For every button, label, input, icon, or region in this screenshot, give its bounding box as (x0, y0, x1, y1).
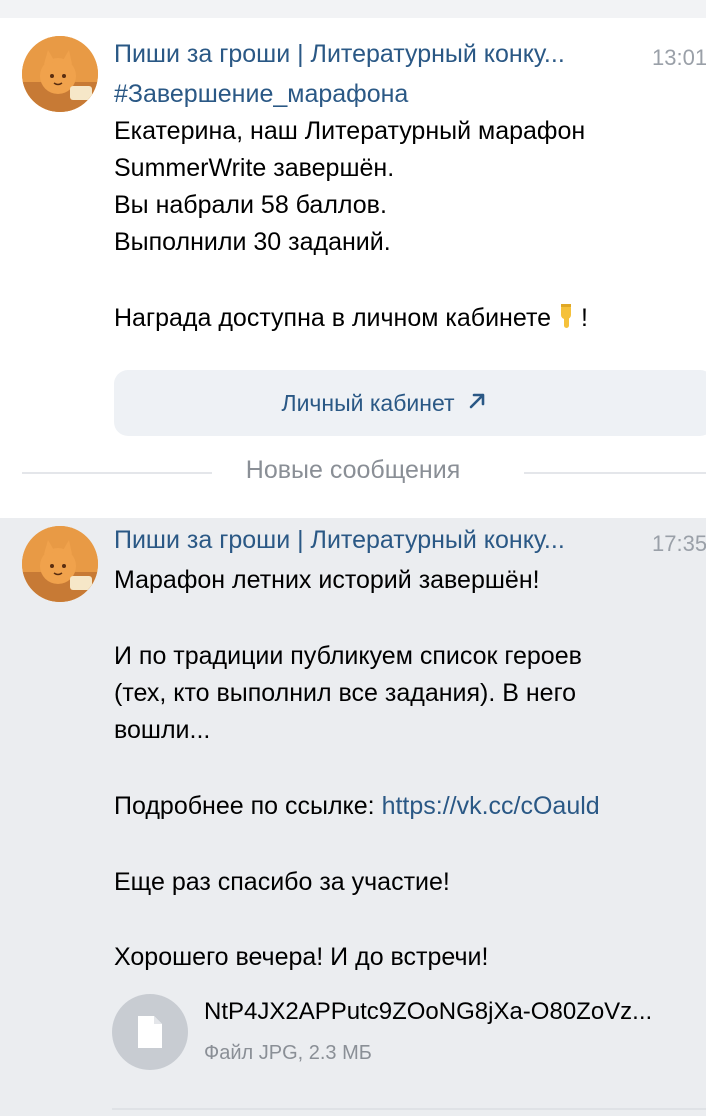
personal-cabinet-button[interactable]: Личный кабинет (114, 370, 706, 436)
avatar[interactable] (22, 36, 98, 112)
goodbye-line: Хорошего вечера! И до встречи! (114, 943, 489, 971)
thanks-line: Еще раз спасибо за участие! (114, 868, 450, 896)
new-messages-divider: Новые сообщения (245, 456, 461, 484)
reward-line: Награда доступна в личном кабинете ! (114, 300, 588, 341)
message-line: Марафон летних историй завершён! (114, 566, 540, 594)
document-icon (138, 1016, 162, 1048)
message-line: вошли... (114, 716, 211, 744)
message-line: Вы набрали 58 баллов. (114, 191, 387, 219)
external-arrow-icon (467, 390, 487, 417)
message-time: 17:35 (652, 531, 706, 556)
link-prefix: Подробнее по ссылке: (114, 792, 375, 820)
message-time: 13:01 (652, 45, 706, 70)
message-line: Выполнили 30 заданий. (114, 228, 391, 256)
attachment-meta: Файл JPG, 2.3 МБ (204, 1042, 372, 1064)
attachment-filename[interactable]: NtP4JX2APPutc9ZOoNG8jXa-O80ZoVz... (204, 998, 704, 1026)
message-1: Пиши за гроши | Литературный конку... 13… (0, 18, 706, 448)
cat-avatar-icon (22, 36, 98, 112)
button-label: Личный кабинет (281, 389, 455, 416)
link-line: Подробнее по ссылке: https://vk.cc/cOaul… (114, 788, 600, 825)
file-attachment-button[interactable] (112, 994, 188, 1070)
bottom-divider (112, 1108, 706, 1110)
cat-avatar-icon (22, 526, 98, 602)
avatar[interactable] (22, 526, 98, 602)
message-line: И по традиции публикуем список героев (114, 642, 582, 670)
reward-text: Награда доступна в личном кабинете (114, 304, 552, 332)
reward-suffix: ! (581, 304, 588, 332)
hashtag-link[interactable]: #Завершение_марафона (114, 76, 408, 113)
message-url-link[interactable]: https://vk.cc/cOauld (382, 792, 600, 820)
message-line: (тех, кто выполнил все задания). В него (114, 679, 577, 707)
message-line: Екатерина, наш Литературный марафон (114, 117, 586, 145)
message-2: Пиши за гроши | Литературный конку... 17… (0, 518, 706, 1116)
author-name[interactable]: Пиши за гроши | Литературный конку... (114, 526, 634, 555)
message-line: SummerWrite завершён. (114, 154, 395, 182)
top-strip (0, 0, 706, 18)
author-name[interactable]: Пиши за гроши | Литературный конку... (114, 40, 634, 69)
pointing-down-hand-icon (555, 302, 577, 341)
